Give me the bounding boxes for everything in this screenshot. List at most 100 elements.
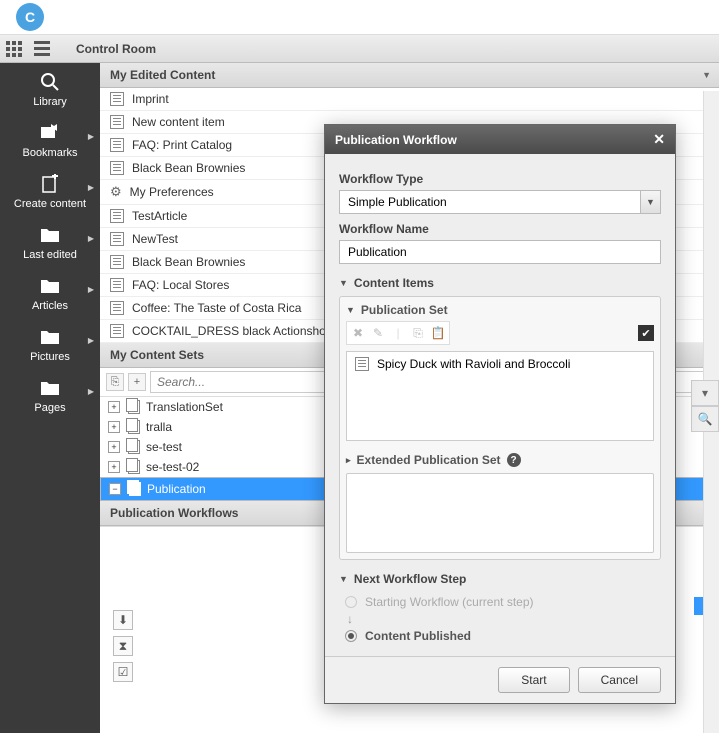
- chevron-right-icon: ▶: [88, 336, 94, 345]
- sidebar-item-label: Last edited: [23, 249, 77, 261]
- chevron-down-icon: ▼: [702, 70, 711, 80]
- tree-label: TranslationSet: [146, 400, 223, 414]
- dialog-body: Workflow Type Simple Publication ▼ Workf…: [325, 154, 675, 656]
- tree-label: Publication: [147, 482, 206, 496]
- tree-label: tralla: [146, 420, 172, 434]
- workflow-name-label: Workflow Name: [339, 222, 661, 236]
- dialog-titlebar[interactable]: Publication Workflow ✕: [325, 125, 675, 154]
- arrow-down-icon: ↓: [339, 612, 661, 626]
- page-title: Control Room: [76, 42, 156, 56]
- item-label: NewTest: [132, 232, 178, 246]
- app-logo: C: [16, 3, 44, 31]
- close-icon[interactable]: ✕: [653, 131, 665, 148]
- sidebar-item-label: Articles: [32, 300, 68, 312]
- document-icon: [110, 115, 124, 129]
- folder-icon: [39, 326, 61, 348]
- expand-button[interactable]: +: [108, 421, 120, 433]
- grid-icon: [6, 41, 22, 57]
- sidebar-item-library[interactable]: Library: [0, 71, 100, 108]
- sidebar-item-label: Create content: [14, 198, 86, 210]
- folder-icon: [39, 377, 61, 399]
- publication-set-panel: ▼ Publication Set ✖ ✎ | ⎘ 📋 ✔ Spicy Duck …: [339, 296, 661, 560]
- sidebar-item-pages[interactable]: Pages ▶: [0, 377, 100, 414]
- set-icon: [127, 482, 141, 496]
- workflow-name-input[interactable]: [339, 240, 661, 264]
- sidebar-item-label: Pages: [34, 402, 65, 414]
- header-bar: Control Room: [0, 35, 719, 63]
- ext-pubset-list[interactable]: [346, 473, 654, 553]
- search-button[interactable]: 🔍: [691, 406, 719, 432]
- apps-grid-button[interactable]: [0, 35, 28, 63]
- right-toolbar: ▾ 🔍: [691, 380, 719, 432]
- triangle-down-icon: ▼: [339, 574, 348, 584]
- bookmark-icon: [39, 122, 61, 144]
- create-icon: [39, 173, 61, 195]
- add-button[interactable]: +: [128, 373, 146, 391]
- section-title: Publication Workflows: [110, 506, 238, 520]
- document-icon: [110, 92, 124, 106]
- start-button[interactable]: Start: [498, 667, 569, 693]
- item-label: FAQ: Print Catalog: [132, 138, 232, 152]
- edit-button[interactable]: ✎: [369, 324, 387, 342]
- sidebar-item-last-edited[interactable]: Last edited ▶: [0, 224, 100, 261]
- chevron-down-button[interactable]: ▾: [691, 380, 719, 406]
- download-button[interactable]: ⬇: [113, 610, 133, 630]
- list-item[interactable]: Imprint: [100, 88, 719, 111]
- list-item[interactable]: Spicy Duck with Ravioli and Broccoli: [347, 352, 653, 376]
- expand-button[interactable]: +: [108, 461, 120, 473]
- triangle-right-icon: ▸: [346, 455, 351, 466]
- sidebar-item-label: Pictures: [30, 351, 70, 363]
- help-icon[interactable]: ?: [507, 453, 521, 467]
- step-label: Starting Workflow (current step): [365, 595, 534, 609]
- workflow-type-select[interactable]: Simple Publication: [339, 190, 641, 214]
- item-label: Black Bean Brownies: [132, 255, 245, 269]
- dropdown-button[interactable]: ▼: [641, 190, 661, 214]
- sidebar-item-bookmarks[interactable]: Bookmarks ▶: [0, 122, 100, 159]
- paste-button[interactable]: 📋: [429, 324, 447, 342]
- document-icon: [110, 278, 124, 292]
- action-column: ⬇ ⧗ ☑: [113, 610, 133, 682]
- check-button[interactable]: ☑: [113, 662, 133, 682]
- next-step-header[interactable]: ▼ Next Workflow Step: [339, 572, 661, 586]
- search-icon: [39, 71, 61, 93]
- check-badge[interactable]: ✔: [638, 325, 654, 341]
- hourglass-button[interactable]: ⧗: [113, 636, 133, 656]
- copy-button[interactable]: ⎘: [409, 324, 427, 342]
- tree-label: se-test: [146, 440, 182, 454]
- expand-button[interactable]: +: [108, 441, 120, 453]
- document-icon: [110, 255, 124, 269]
- triangle-down-icon: ▼: [346, 305, 355, 315]
- pubset-label: Publication Set: [361, 303, 448, 317]
- radio-button[interactable]: [345, 630, 357, 642]
- sidebar-item-pictures[interactable]: Pictures ▶: [0, 326, 100, 363]
- chevron-right-icon: ▶: [88, 234, 94, 243]
- pubset-toolbar: ✖ ✎ | ⎘ 📋: [346, 321, 450, 345]
- copy-button[interactable]: ⎘: [106, 373, 124, 391]
- chevron-right-icon: ▶: [88, 285, 94, 294]
- document-icon: [110, 301, 124, 315]
- sidebar: Library Bookmarks ▶ Create content ▶ Las…: [0, 63, 100, 733]
- section-title: My Content Sets: [110, 348, 204, 362]
- radio-button: [345, 596, 357, 608]
- content-items-header[interactable]: ▼Content Items: [339, 276, 661, 290]
- group-label: Next Workflow Step: [354, 572, 466, 586]
- menu-toggle-button[interactable]: [28, 35, 56, 63]
- chevron-right-icon: ▶: [88, 132, 94, 141]
- remove-button[interactable]: ✖: [349, 324, 367, 342]
- sidebar-item-create-content[interactable]: Create content ▶: [0, 173, 100, 210]
- expand-button[interactable]: +: [108, 401, 120, 413]
- section-header-edited[interactable]: My Edited Content ▼: [100, 63, 719, 88]
- cancel-button[interactable]: Cancel: [578, 667, 661, 693]
- ext-pubset-label: Extended Publication Set: [357, 453, 501, 467]
- workflow-type-label: Workflow Type: [339, 172, 661, 186]
- publication-workflow-dialog: Publication Workflow ✕ Workflow Type Sim…: [324, 124, 676, 704]
- set-icon: [126, 440, 140, 454]
- top-bar: C: [0, 0, 719, 35]
- hamburger-icon: [34, 41, 50, 56]
- document-icon: [110, 232, 124, 246]
- sidebar-item-articles[interactable]: Articles ▶: [0, 275, 100, 312]
- collapse-button[interactable]: −: [109, 483, 121, 495]
- item-label: Imprint: [132, 92, 169, 106]
- step-published-row[interactable]: Content Published: [339, 626, 661, 646]
- folder-icon: [39, 275, 61, 297]
